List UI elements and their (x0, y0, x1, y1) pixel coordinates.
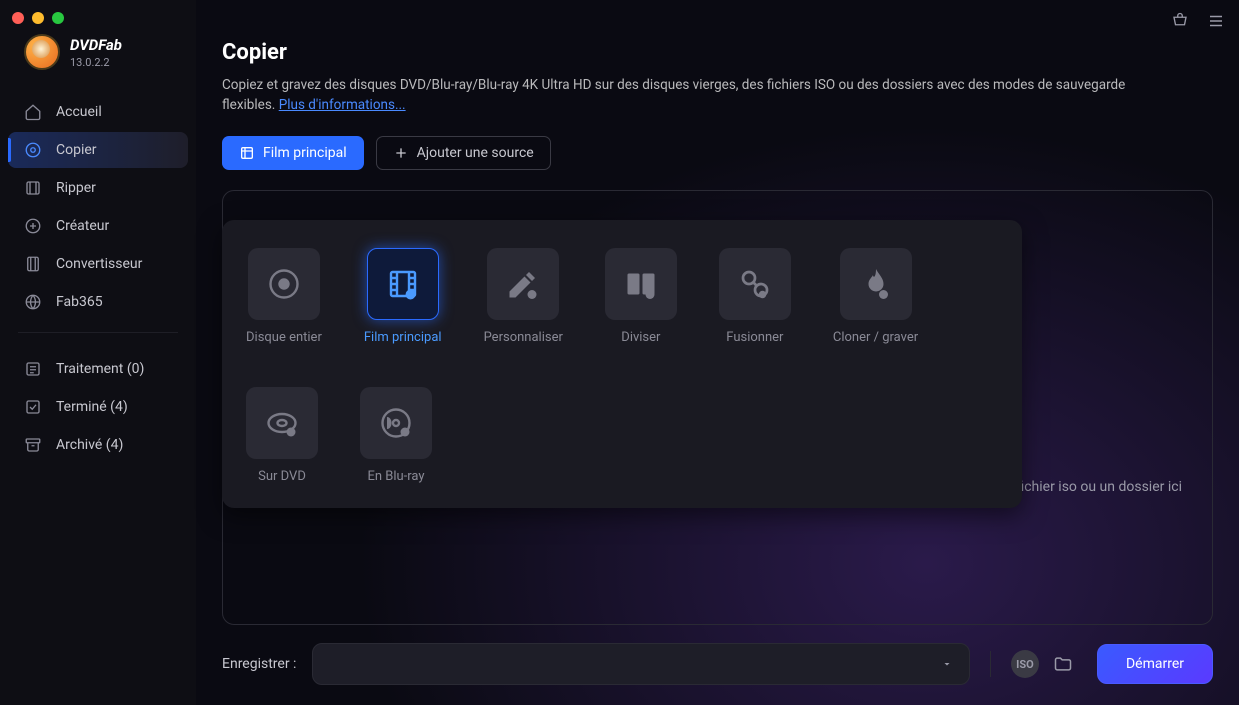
sidebar-item-label: Traitement (0) (56, 361, 144, 377)
sidebar-item-label: Convertisseur (56, 256, 142, 272)
save-label: Enregistrer : (222, 656, 296, 672)
start-label: Démarrer (1126, 656, 1184, 672)
brand-block: DVDFab 13.0.2.2 (0, 28, 196, 88)
mode-label: Film principal (364, 330, 442, 345)
sidebar-item-label: Créateur (56, 218, 109, 234)
mode-fusionner[interactable]: Fusionner (719, 248, 791, 345)
minimize-window[interactable] (32, 12, 44, 24)
iso-label: ISO (1016, 658, 1034, 671)
sidebar-item-label: Accueil (56, 104, 102, 120)
mode-disque-entier[interactable]: Disque entier (246, 248, 322, 345)
mode-film-principal[interactable]: Film principal (364, 248, 442, 345)
brand-name: DVDFab (70, 36, 122, 54)
sidebar-item-copier[interactable]: Copier (8, 132, 188, 168)
mode-sur-dvd[interactable]: Sur DVD (246, 387, 318, 484)
nav-tasks: Traitement (0) Terminé (4) Archivé (4) (0, 351, 196, 463)
sidebar-item-label: Copier (56, 142, 97, 158)
iso-button[interactable]: ISO (1011, 650, 1039, 678)
top-right-controls (1171, 12, 1225, 30)
mode-label: Cloner / graver (833, 330, 918, 345)
mode-label: Fusionner (726, 330, 783, 345)
mode-personnaliser[interactable]: Personnaliser (484, 248, 563, 345)
mode-select-label: Film principal (263, 145, 347, 161)
chevron-down-icon (941, 658, 953, 670)
window-controls (12, 12, 64, 24)
sidebar-item-termin-4-[interactable]: Terminé (4) (8, 389, 188, 425)
mode-label: Disque entier (246, 330, 322, 345)
close-window[interactable] (12, 12, 24, 24)
burn-icon (840, 248, 912, 320)
nav-main: Accueil Copier Ripper Créateur Convertisseur… (0, 94, 196, 320)
page-description: Copiez et gravez des disques DVD/Blu-ray… (222, 75, 1182, 116)
mode-grid: Disque entier Film principal Personnaliser… (246, 248, 998, 484)
merge-icon (719, 248, 791, 320)
sidebar-item-traitement-0-[interactable]: Traitement (0) (8, 351, 188, 387)
mode-diviser[interactable]: Diviser (605, 248, 677, 345)
action-bar: Film principal Ajouter une source (222, 136, 1213, 170)
mode-label: Personnaliser (484, 330, 563, 345)
sidebar-separator (18, 332, 178, 333)
add-source-button[interactable]: Ajouter une source (376, 136, 551, 170)
sidebar-item-archiv-4-[interactable]: Archivé (4) (8, 427, 188, 463)
start-button[interactable]: Démarrer (1097, 644, 1213, 684)
brand-logo (24, 34, 60, 70)
mode-label: Diviser (621, 330, 660, 345)
notification-icon[interactable] (1171, 12, 1189, 30)
disc-icon (24, 141, 42, 159)
sidebar-item-label: Fab365 (56, 294, 103, 310)
main-content: Copier Copiez et gravez des disques DVD/… (196, 0, 1239, 705)
sidebar-item-cr-ateur[interactable]: Créateur (8, 208, 188, 244)
mode-label: Sur DVD (258, 469, 306, 484)
sidebar: DVDFab 13.0.2.2 Accueil Copier Ripper Créat… (0, 0, 196, 705)
save-destination-select[interactable] (312, 643, 970, 685)
sidebar-item-label: Terminé (4) (56, 399, 128, 415)
folder-button[interactable] (1045, 646, 1081, 682)
divider (990, 651, 991, 677)
mode-select-button[interactable]: Film principal (222, 136, 364, 170)
bottom-bar: Enregistrer : ISO Démarrer (222, 643, 1213, 685)
page-title: Copier (222, 40, 1213, 65)
folder-icon (1053, 654, 1073, 674)
archive-icon (24, 436, 42, 454)
sidebar-item-ripper[interactable]: Ripper (8, 170, 188, 206)
brand-version: 13.0.2.2 (70, 56, 122, 69)
maximize-window[interactable] (52, 12, 64, 24)
more-info-link[interactable]: Plus d'informations... (279, 97, 406, 113)
edit-icon (487, 248, 559, 320)
split-icon (605, 248, 677, 320)
sidebar-item-label: Archivé (4) (56, 437, 123, 453)
film-icon (367, 248, 439, 320)
mode-label: En Blu-ray (367, 469, 424, 484)
dvd-icon (246, 387, 318, 459)
sidebar-item-fab365[interactable]: Fab365 (8, 284, 188, 320)
sidebar-item-convertisseur[interactable]: Convertisseur (8, 246, 188, 282)
list-icon (24, 360, 42, 378)
sidebar-item-accueil[interactable]: Accueil (8, 94, 188, 130)
rip-icon (24, 179, 42, 197)
globe-icon (24, 293, 42, 311)
add-source-label: Ajouter une source (417, 145, 534, 161)
hamburger-menu-icon[interactable] (1207, 12, 1225, 30)
check-icon (24, 398, 42, 416)
create-icon (24, 217, 42, 235)
mode-en-blu-ray[interactable]: En Blu-ray (360, 387, 432, 484)
mode-popover: Disque entier Film principal Personnaliser… (222, 220, 1022, 508)
disc-icon (248, 248, 320, 320)
sidebar-item-label: Ripper (56, 180, 96, 196)
home-icon (24, 103, 42, 121)
mode-cloner-graver[interactable]: Cloner / graver (833, 248, 918, 345)
bluray-icon (360, 387, 432, 459)
convert-icon (24, 255, 42, 273)
